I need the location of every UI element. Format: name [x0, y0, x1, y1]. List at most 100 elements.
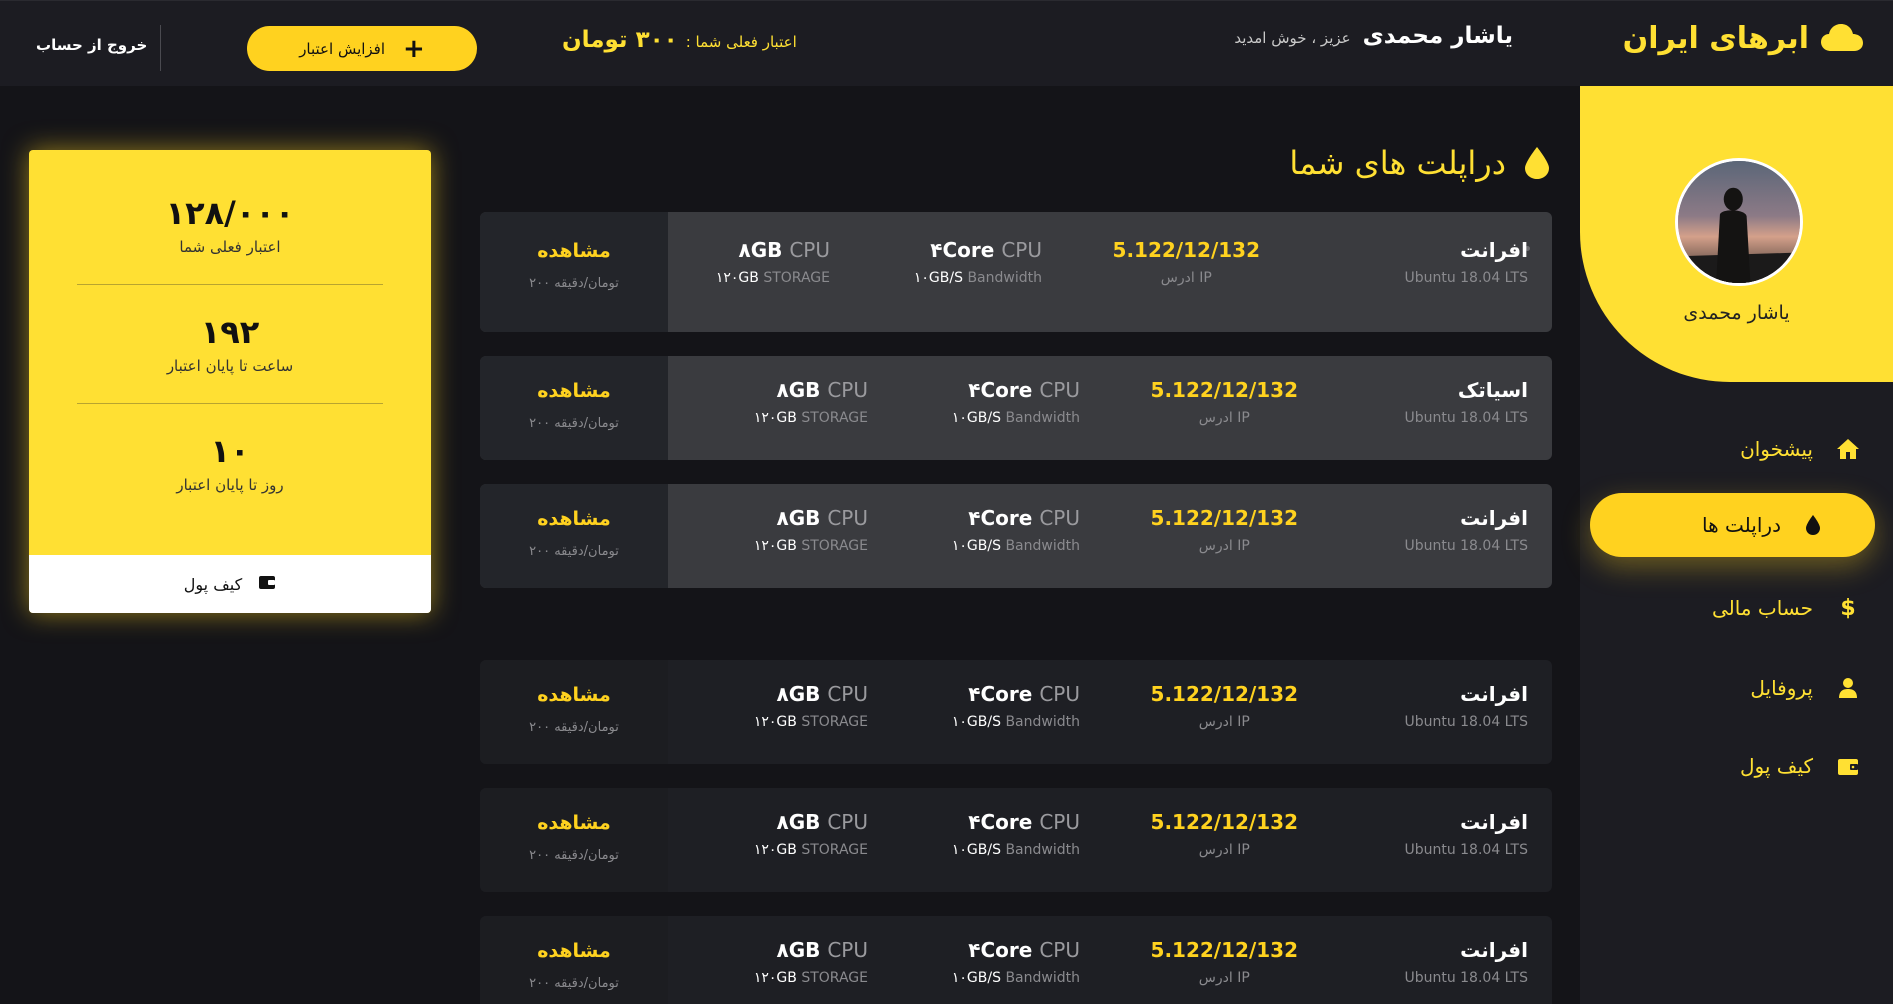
droplet-row[interactable]: مشاهده ۲۰۰ تومان/دقیقه افرانت Ubuntu 18.04 …	[480, 788, 1552, 892]
ram-size: ۸GB	[776, 810, 821, 834]
page-title: دراپلت های شما	[1289, 144, 1506, 182]
credit-amount: ۳۰۰ تومان	[562, 27, 678, 53]
bandwidth-label: Bandwidth	[1005, 970, 1080, 986]
view-button[interactable]: مشاهده	[480, 684, 668, 706]
dollar-icon: $	[1840, 595, 1856, 621]
brand[interactable]: ابرهای ایران	[1623, 15, 1863, 61]
droplet-os: Ubuntu 18.04 LTS	[1404, 970, 1528, 986]
storage: ۱۲۰GB STORAGE	[754, 410, 868, 426]
droplet-icon	[1803, 513, 1823, 537]
avatar[interactable]	[1675, 158, 1803, 286]
ram-size: ۸GB	[776, 938, 821, 962]
droplet-ip[interactable]: 5.122/12/132	[1151, 938, 1298, 962]
cpu-value: ۴Core CPU	[952, 938, 1080, 962]
bandwidth: ۱۰GB/S Bandwidth	[952, 842, 1080, 858]
droplet-cpu-cell: ۴Core CPU ۱۰GB/S Bandwidth	[952, 682, 1080, 730]
view-button[interactable]: مشاهده	[480, 940, 668, 962]
droplet-ram-cell: ۸GB CPU ۱۲۰GB STORAGE	[754, 378, 868, 426]
logout-link[interactable]: خروج از حساب	[36, 36, 147, 54]
ram-value: ۸GB CPU	[754, 506, 868, 530]
storage: ۱۲۰GB STORAGE	[754, 714, 868, 730]
stat-label: اعتبار فعلی شما	[179, 238, 281, 256]
droplet-cpu-cell: ۴Core CPU ۱۰GB/S Bandwidth	[914, 238, 1042, 286]
storage: ۱۲۰GB STORAGE	[754, 538, 868, 554]
droplet-name-cell: اسیاتک Ubuntu 18.04 LTS	[1404, 378, 1528, 426]
sidebar-item-label: حساب مالی	[1711, 596, 1813, 620]
droplet-name-cell: افرانت Ubuntu 18.04 LTS	[1404, 938, 1528, 986]
ram-unit: CPU	[827, 938, 868, 962]
stat-days: ۱۰ روز تا پایان اعتبار	[29, 432, 431, 494]
droplet-action-cell: مشاهده ۲۰۰ تومان/دقیقه	[480, 788, 668, 892]
sidebar-item-droplets[interactable]: دراپلت ها	[1590, 493, 1875, 557]
view-button[interactable]: مشاهده	[480, 508, 668, 530]
droplet-ip[interactable]: 5.122/12/132	[1113, 238, 1260, 262]
ip-label: ادرس IP	[1198, 538, 1250, 554]
droplet-row[interactable]: مشاهده ۲۰۰ تومان/دقیقه افرانت Ubuntu 18.04 …	[480, 212, 1552, 332]
droplet-ip[interactable]: 5.122/12/132	[1151, 682, 1298, 706]
storage-value: ۱۲۰GB	[753, 970, 797, 986]
storage-label: STORAGE	[801, 714, 868, 730]
stat-credit: ۱۲۸/۰۰۰ اعتبار فعلی شما	[29, 194, 431, 256]
droplet-ram-cell: ۸GB CPU ۱۲۰GB STORAGE	[754, 938, 868, 986]
cpu-cores: ۴Core	[968, 378, 1033, 402]
wallet-icon	[1835, 753, 1861, 779]
droplet-ip-cell: 5.122/12/132 ادرس IP	[1151, 682, 1298, 730]
droplet-ip[interactable]: 5.122/12/132	[1151, 506, 1298, 530]
sidebar-item-dashboard[interactable]: پیشخوان	[1580, 416, 1893, 482]
stat-value: ۱۲۸/۰۰۰	[165, 194, 295, 232]
droplet-ip[interactable]: 5.122/12/132	[1151, 378, 1298, 402]
droplet-name-cell: افرانت Ubuntu 18.04 LTS	[1404, 506, 1528, 554]
ram-value: ۸GB CPU	[754, 378, 868, 402]
stat-value: ۱۰	[210, 432, 250, 470]
sidebar-item-finance[interactable]: $ حساب مالی	[1580, 575, 1893, 641]
droplet-ram-cell: ۸GB CPU ۱۲۰GB STORAGE	[754, 506, 868, 554]
ram-size: ۸GB	[776, 682, 821, 706]
add-credit-label: افزایش اعتبار	[299, 39, 386, 58]
view-button[interactable]: مشاهده	[480, 240, 668, 262]
stat-value: ۱۹۲	[200, 313, 260, 351]
ram-value: ۸GB CPU	[716, 238, 830, 262]
cpu-unit: CPU	[1039, 810, 1080, 834]
cpu-cores: ۴Core	[968, 938, 1033, 962]
droplet-row[interactable]: مشاهده ۲۰۰ تومان/دقیقه افرانت Ubuntu 18.04 …	[480, 916, 1552, 1004]
stat-divider	[77, 284, 383, 285]
droplet-row[interactable]: مشاهده ۲۰۰ تومان/دقیقه افرانت Ubuntu 18.04 …	[480, 660, 1552, 764]
plus-icon: +	[403, 33, 425, 64]
droplet-price: ۲۰۰ تومان/دقیقه	[529, 416, 619, 431]
wallet-label: کیف پول	[183, 574, 243, 594]
sidebar-item-wallet[interactable]: کیف پول	[1580, 733, 1893, 799]
ram-value: ۸GB CPU	[754, 810, 868, 834]
view-button[interactable]: مشاهده	[480, 380, 668, 402]
view-button[interactable]: مشاهده	[480, 812, 668, 834]
wallet-button[interactable]: کیف پول	[29, 555, 431, 613]
droplet-cpu-cell: ۴Core CPU ۱۰GB/S Bandwidth	[952, 378, 1080, 426]
droplet-ip-cell: 5.122/12/132 ادرس IP	[1151, 938, 1298, 986]
bandwidth-value: ۱۰GB/S	[951, 842, 1001, 858]
user-icon	[1835, 675, 1861, 701]
droplet-name: افرانت	[1460, 810, 1528, 834]
droplet-icon	[1524, 146, 1550, 180]
sidebar-item-label: دراپلت ها	[1702, 513, 1781, 537]
ram-value: ۸GB CPU	[754, 682, 868, 706]
bandwidth-value: ۱۰GB/S	[951, 538, 1001, 554]
storage: ۱۲۰GB STORAGE	[716, 270, 830, 286]
droplet-name-cell: افرانت Ubuntu 18.04 LTS	[1404, 682, 1528, 730]
credit-label: اعتبار فعلی شما :	[685, 33, 797, 51]
droplet-ip[interactable]: 5.122/12/132	[1151, 810, 1298, 834]
cpu-unit: CPU	[1039, 938, 1080, 962]
ram-size: ۸GB	[738, 238, 783, 262]
greeting-name: یاشار محمدی	[1362, 23, 1513, 49]
stats-card: ۱۲۸/۰۰۰ اعتبار فعلی شما ۱۹۲ ساعت تا پایا…	[29, 150, 431, 613]
droplet-action-cell: مشاهده ۲۰۰ تومان/دقیقه	[480, 484, 668, 588]
droplet-row[interactable]: مشاهده ۲۰۰ تومان/دقیقه افرانت Ubuntu 18.04 …	[480, 484, 1552, 588]
sidebar-item-label: کیف پول	[1739, 754, 1813, 778]
droplet-os: Ubuntu 18.04 LTS	[1404, 714, 1528, 730]
add-credit-button[interactable]: + افزایش اعتبار	[247, 26, 477, 71]
cpu-cores: ۴Core	[968, 810, 1033, 834]
sidebar-item-profile[interactable]: پروفایل	[1580, 655, 1893, 721]
ram-unit: CPU	[827, 682, 868, 706]
droplet-name-cell: افرانت Ubuntu 18.04 LTS	[1404, 810, 1528, 858]
droplet-price: ۲۰۰ تومان/دقیقه	[529, 976, 619, 991]
sidebar: یاشار محمدی پیشخوان دراپلت ها $ حساب مال…	[1580, 86, 1893, 1004]
droplet-row[interactable]: مشاهده ۲۰۰ تومان/دقیقه اسیاتک Ubuntu 18.04 …	[480, 356, 1552, 460]
